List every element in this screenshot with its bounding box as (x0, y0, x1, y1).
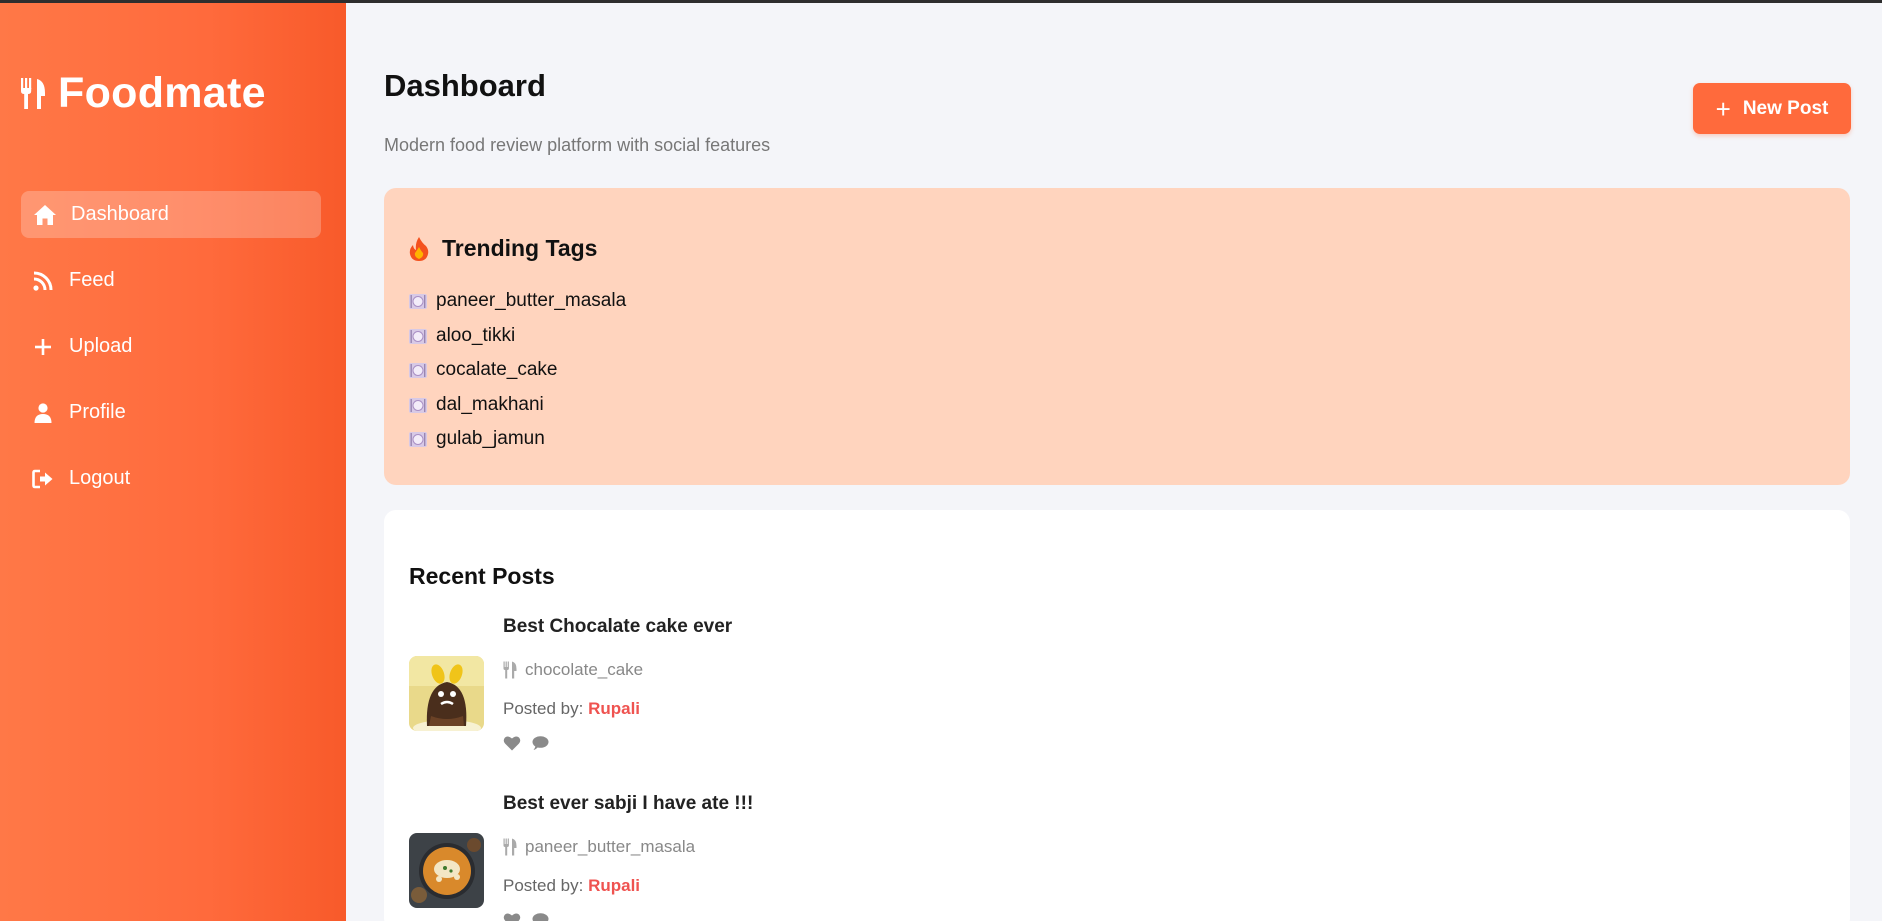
post-thumbnail-chocolate-cake[interactable] (409, 656, 484, 731)
plate-utensils-icon (409, 432, 427, 448)
heart-icon[interactable] (503, 735, 521, 751)
plate-utensils-icon (409, 328, 427, 344)
plate-utensils-icon (409, 363, 427, 379)
post-title[interactable]: Best ever sabji I have ate !!! (503, 793, 753, 815)
tag-item[interactable]: gulab_jamun (408, 422, 626, 457)
user-icon (31, 402, 55, 424)
tag-item[interactable]: dal_makhani (408, 388, 626, 423)
post-item[interactable]: Best Chocalate cake ever chocolate_cake … (409, 616, 1209, 776)
posted-by: Posted by: Rupali (503, 876, 640, 896)
post-tag[interactable]: chocolate_cake (503, 660, 643, 680)
home-icon (33, 204, 57, 226)
utensils-icon (21, 77, 45, 109)
tag-label: aloo_tikki (436, 324, 516, 346)
posted-by: Posted by: Rupali (503, 699, 640, 719)
app-name: Foodmate (58, 69, 266, 117)
post-item[interactable]: Best ever sabji I have ate !!! paneer_bu… (409, 793, 1209, 921)
tag-item[interactable]: paneer_butter_masala (408, 284, 626, 319)
window-top-border (0, 0, 1882, 3)
sidebar-item-label: Upload (69, 335, 133, 357)
trending-tags-card: Trending Tags paneer_butter_masala aloo_… (384, 188, 1850, 485)
plate-utensils-icon (409, 397, 427, 413)
post-actions (503, 912, 559, 921)
post-tag-label: paneer_butter_masala (525, 837, 696, 856)
comment-icon[interactable] (531, 912, 549, 921)
tag-label: gulab_jamun (436, 428, 545, 450)
sidebar-item-logout[interactable]: Logout (21, 455, 321, 502)
tag-label: dal_makhani (436, 393, 544, 415)
brand[interactable]: Foodmate (20, 69, 266, 118)
new-post-label: New Post (1742, 97, 1829, 119)
trending-tags-heading: Trending Tags (408, 235, 597, 262)
fire-icon (409, 236, 429, 261)
tag-list: paneer_butter_masala aloo_tikki cocalate… (408, 284, 626, 457)
sidebar-item-label: Dashboard (71, 203, 169, 225)
tag-label: cocalate_cake (436, 359, 558, 381)
page-subtitle: Modern food review platform with social … (384, 135, 771, 155)
tag-item[interactable]: aloo_tikki (408, 319, 626, 354)
sidebar-item-label: Feed (69, 269, 115, 291)
post-thumbnail-paneer-butter-masala[interactable] (409, 833, 484, 908)
sidebar-item-feed[interactable]: Feed (21, 257, 321, 304)
post-actions (503, 735, 559, 751)
plus-icon (31, 336, 55, 358)
page-title: Dashboard (384, 68, 546, 103)
post-author[interactable]: Rupali (588, 876, 640, 895)
plus-icon: + (1715, 93, 1731, 124)
sidebar-item-label: Profile (69, 401, 126, 423)
sidebar-item-dashboard[interactable]: Dashboard (21, 191, 321, 238)
sidebar-item-profile[interactable]: Profile (21, 389, 321, 436)
sidebar-item-upload[interactable]: Upload (21, 323, 321, 370)
posted-by-label: Posted by: (503, 699, 584, 718)
logout-icon (31, 468, 55, 490)
posted-by-label: Posted by: (503, 876, 584, 895)
comment-icon[interactable] (531, 735, 549, 751)
rss-icon (31, 270, 55, 292)
recent-posts-card: Recent Posts Best Chocalate cake ever ch… (384, 510, 1850, 921)
post-tag-label: chocolate_cake (525, 660, 644, 679)
heart-icon[interactable] (503, 912, 521, 921)
recent-posts-title: Recent Posts (409, 563, 555, 589)
sidebar: Foodmate Dashboard Feed Upload Profile L… (0, 3, 346, 921)
utensils-icon (503, 661, 517, 679)
tag-item[interactable]: cocalate_cake (408, 353, 626, 388)
sidebar-item-label: Logout (69, 467, 131, 489)
post-tag[interactable]: paneer_butter_masala (503, 837, 695, 857)
utensils-icon (503, 838, 517, 856)
post-title[interactable]: Best Chocalate cake ever (503, 616, 732, 638)
plate-utensils-icon (409, 294, 427, 310)
trending-title: Trending Tags (442, 235, 598, 261)
new-post-button[interactable]: + New Post (1693, 83, 1851, 134)
sidebar-nav: Dashboard Feed Upload Profile Logout (21, 191, 321, 521)
post-author[interactable]: Rupali (588, 699, 640, 718)
tag-label: paneer_butter_masala (436, 290, 627, 312)
